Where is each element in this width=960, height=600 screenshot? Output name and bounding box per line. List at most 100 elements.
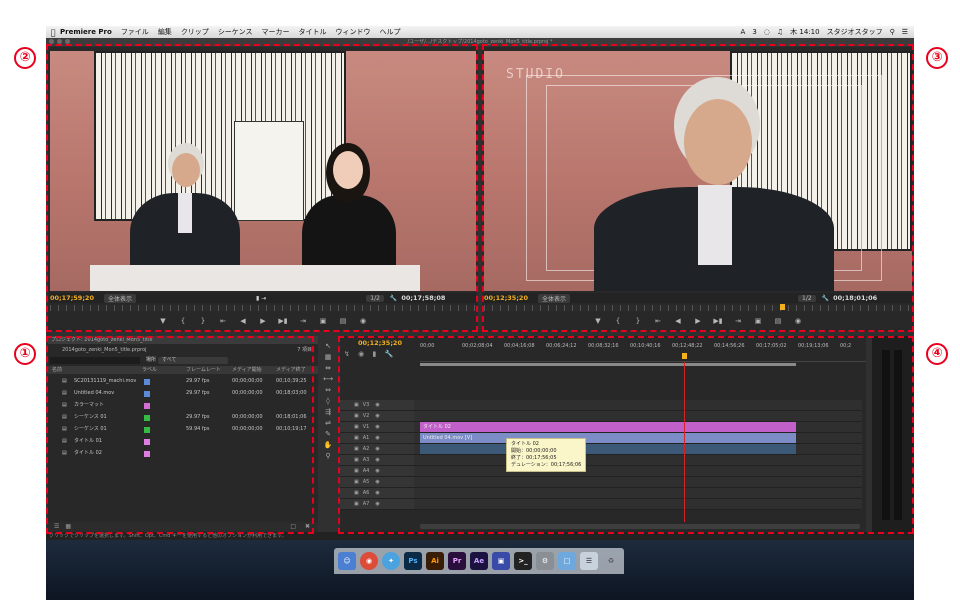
menu-clip[interactable]: クリップ (181, 27, 209, 37)
track-header[interactable]: ▣ V3 ◉ (340, 400, 414, 410)
track-header[interactable]: ▣ A3 ◉ (340, 455, 414, 465)
source-video[interactable] (50, 51, 476, 291)
user-name[interactable]: スタジオスタッフ (827, 27, 883, 37)
timeline-current-timecode[interactable]: 00;12;35;20 (358, 339, 402, 347)
track-a5[interactable]: ▣ A5 ◉ (340, 477, 862, 488)
project-search-input[interactable] (50, 357, 140, 364)
eye-icon[interactable]: ◉ (375, 435, 379, 441)
extract-icon[interactable]: ▤ (773, 317, 784, 325)
lock-icon[interactable]: ▣ (354, 468, 359, 474)
go-to-out-icon[interactable]: ⇥ (733, 317, 744, 325)
step-forward-icon[interactable]: ▶▮ (713, 317, 724, 325)
ripple-edit-tool-icon[interactable]: ⇹ (325, 364, 331, 372)
program-resolution-dropdown[interactable]: 1/2 (798, 294, 816, 302)
track-a6[interactable]: ▣ A6 ◉ (340, 488, 862, 499)
slip-tool-icon[interactable]: ⇶ (325, 408, 331, 416)
project-item-row[interactable]: ▤ シーケンス 01 29.97 fps 00;00;00;00 00;18;01;06 (48, 412, 318, 423)
program-video[interactable]: STUDIO (484, 51, 912, 291)
play-icon[interactable]: ▶ (693, 317, 704, 325)
lock-icon[interactable]: ▣ (354, 446, 359, 452)
export-frame-icon[interactable]: ◉ (793, 317, 804, 325)
eye-icon[interactable]: ◉ (375, 446, 379, 452)
snap-icon[interactable]: ↯ (344, 350, 350, 358)
lock-icon[interactable]: ▣ (354, 424, 359, 430)
project-item-row[interactable]: ▤ カラーマット (48, 400, 318, 411)
program-current-timecode[interactable]: 00;12;35;20 (484, 294, 528, 302)
title-clip[interactable]: タイトル 02 (420, 422, 796, 432)
add-marker-icon[interactable]: ▼ (158, 317, 169, 325)
column-media-start[interactable]: メディア開始 (232, 366, 262, 374)
mark-in-icon[interactable]: { (178, 317, 189, 325)
documents-icon[interactable]: ☰ (580, 552, 598, 570)
eye-icon[interactable]: ◉ (375, 413, 379, 419)
eye-icon[interactable]: ◉ (375, 402, 379, 408)
audio-clip[interactable] (420, 444, 796, 454)
track-header[interactable]: ▣ V1 ◉ (340, 422, 414, 432)
lock-icon[interactable]: ▣ (354, 479, 359, 485)
add-marker-icon[interactable]: ▼ (593, 317, 604, 325)
track-select-tool-icon[interactable]: ▦ (325, 353, 332, 361)
source-fit-dropdown[interactable]: 全体表示 (103, 293, 136, 303)
track-header[interactable]: ▣ A7 ◉ (340, 499, 414, 509)
eye-icon[interactable]: ◉ (375, 490, 379, 496)
go-to-in-icon[interactable]: ⇤ (218, 317, 229, 325)
project-tab[interactable]: プロジェクト: 2014goto_zenki_Mon5_title (48, 336, 318, 344)
export-frame-icon[interactable]: ◉ (358, 317, 369, 325)
menu-help[interactable]: ヘルプ (379, 27, 400, 37)
finder-icon[interactable]: ☺ (338, 552, 356, 570)
lift-icon[interactable]: ▣ (753, 317, 764, 325)
linked-icon[interactable]: ◉ (358, 350, 364, 358)
column-framerate[interactable]: フレームレート (186, 366, 221, 374)
column-label[interactable]: ラベル (142, 366, 157, 374)
playhead-line[interactable] (684, 362, 685, 522)
lock-icon[interactable]: ▣ (354, 457, 359, 463)
project-item-row[interactable]: ▤ タイトル 02 (48, 448, 318, 459)
insert-icon[interactable]: ▣ (318, 317, 329, 325)
program-fit-dropdown[interactable]: 全体表示 (537, 293, 570, 303)
go-to-in-icon[interactable]: ⇤ (653, 317, 664, 325)
minimize-window-button[interactable] (57, 39, 62, 44)
chrome-icon[interactable]: ◉ (360, 552, 378, 570)
overwrite-icon[interactable]: ▤ (338, 317, 349, 325)
step-forward-icon[interactable]: ▶▮ (278, 317, 289, 325)
marker-icon[interactable]: ▮ (372, 350, 376, 358)
menu-file[interactable]: ファイル (121, 27, 149, 37)
premiere-icon[interactable]: Pr (448, 552, 466, 570)
lock-icon[interactable]: ▣ (354, 402, 359, 408)
play-icon[interactable]: ▶ (258, 317, 269, 325)
eye-icon[interactable]: ◉ (375, 479, 379, 485)
list-view-icon[interactable]: ☰ (54, 523, 59, 530)
menu-app-name[interactable]: Premiere Pro (60, 28, 112, 36)
settings-icon[interactable]: ⚙ (536, 552, 554, 570)
zoom-window-button[interactable] (65, 39, 70, 44)
track-header[interactable]: ▣ A1 ◉ (340, 433, 414, 443)
rate-stretch-tool-icon[interactable]: ⇔ (325, 386, 331, 394)
menu-marker[interactable]: マーカー (261, 27, 289, 37)
icon-view-icon[interactable]: ▦ (65, 523, 71, 530)
item-label-color[interactable] (144, 451, 150, 457)
track-header[interactable]: ▣ A6 ◉ (340, 488, 414, 498)
track-v3[interactable]: ▣ V3 ◉ (340, 400, 862, 411)
timeline-ruler[interactable]: 00;00 00;02;08;04 00;04;16;08 00;06;24;12 00… (420, 342, 866, 362)
new-bin-icon[interactable]: □ (290, 522, 296, 532)
lock-icon[interactable]: ▣ (354, 490, 359, 496)
track-header[interactable]: ▣ A2 ◉ (340, 444, 414, 454)
eye-icon[interactable]: ◉ (375, 457, 379, 463)
apple-icon[interactable]:  (46, 28, 60, 37)
project-item-row[interactable]: ▤ シーケンス 01 59.94 fps 00;00;00;00 00;10;19;17 (48, 424, 318, 435)
pen-tool-icon[interactable]: ✎ (325, 430, 331, 438)
program-playhead-marker[interactable] (780, 304, 785, 310)
lock-icon[interactable]: ▣ (354, 501, 359, 507)
eye-icon[interactable]: ◉ (375, 468, 379, 474)
eye-icon[interactable]: ◉ (375, 501, 379, 507)
track-v2[interactable]: ▣ V2 ◉ (340, 411, 862, 422)
menu-window[interactable]: ウィンドウ (335, 27, 370, 37)
playhead-handle[interactable] (682, 353, 687, 359)
project-item-row[interactable]: ▤ SC20131119_machi.mov 29.97 fps 00;00;00;0… (48, 376, 318, 387)
track-a3[interactable]: ▣ A3 ◉ (340, 455, 862, 466)
step-back-icon[interactable]: ◀ (238, 317, 249, 325)
clock[interactable]: 木 14:10 (790, 27, 819, 37)
source-current-timecode[interactable]: 00;17;59;20 (50, 294, 94, 302)
eye-icon[interactable]: ◉ (375, 424, 379, 430)
safari-icon[interactable]: ✦ (382, 552, 400, 570)
